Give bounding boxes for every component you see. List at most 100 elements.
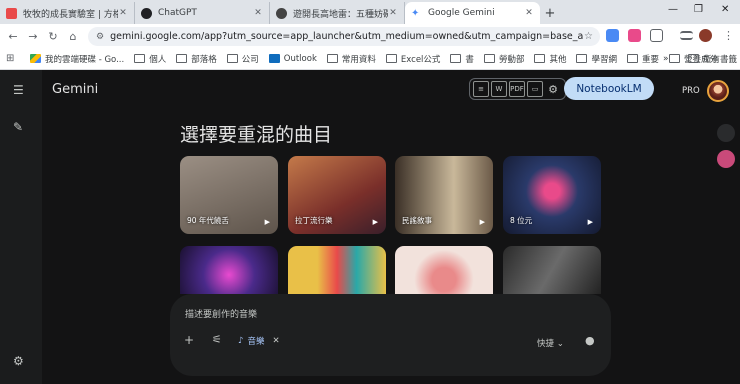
remove-chip-icon[interactable]: ✕ xyxy=(272,336,279,346)
home-icon[interactable]: ⌂ xyxy=(63,30,83,43)
bookmark-folder[interactable]: 公司 xyxy=(226,53,259,65)
slides-export-icon[interactable]: ▭ xyxy=(527,81,543,97)
close-tab-icon[interactable]: ✕ xyxy=(524,8,534,18)
reading-list-icon[interactable] xyxy=(680,31,693,40)
folder-icon xyxy=(669,54,680,63)
close-window-icon[interactable]: ✕ xyxy=(721,4,729,15)
track-card[interactable] xyxy=(503,246,601,294)
track-card-latin-pop[interactable]: 拉丁流行樂 ▶ xyxy=(288,156,386,234)
bookmark-folder[interactable]: 勞動部 xyxy=(483,53,524,65)
site-info-icon[interactable]: ⚙ xyxy=(96,32,104,42)
address-bar[interactable]: ⚙ gemini.google.com/app?utm_source=app_l… xyxy=(88,27,600,46)
gemini-spark-icon: ✦ xyxy=(411,7,420,19)
bookmark-folder[interactable]: 重要 xyxy=(626,53,659,65)
more-bookmarks-icon[interactable]: » xyxy=(663,54,669,64)
track-card[interactable] xyxy=(395,246,493,294)
extension-float-icon[interactable] xyxy=(717,124,735,142)
mode-selector[interactable]: 快捷 ⌄ xyxy=(537,337,564,349)
music-chip[interactable]: ♪ 音樂 ✕ xyxy=(238,335,280,347)
folder-icon xyxy=(688,54,699,63)
word-export-icon[interactable]: W xyxy=(491,81,507,97)
close-tab-icon[interactable]: ✕ xyxy=(388,8,398,18)
tab-favicon-icon xyxy=(6,7,17,19)
browser-menu-icon[interactable]: ⋮ xyxy=(723,29,734,42)
bookmark-folder[interactable]: 部落格 xyxy=(176,53,217,65)
play-icon[interactable]: ▶ xyxy=(265,218,270,226)
bookmark-folder[interactable]: Excel公式 xyxy=(385,53,440,65)
track-card-folk-ballad[interactable]: 民謠敘事 ▶ xyxy=(395,156,493,234)
all-bookmarks-folder[interactable]: 所有書籤 xyxy=(688,53,737,65)
new-chat-icon[interactable]: ✎ xyxy=(13,120,23,134)
tab-favicon-icon xyxy=(276,7,287,19)
account-avatar[interactable] xyxy=(707,80,729,102)
close-tab-icon[interactable]: ✕ xyxy=(118,8,128,18)
reload-icon[interactable]: ↻ xyxy=(43,30,63,43)
bookmark-folder[interactable]: 其他 xyxy=(534,53,566,65)
add-icon[interactable]: + xyxy=(184,333,194,347)
bookmark-folder[interactable]: 常用資料 xyxy=(326,53,376,65)
track-card-8bit[interactable]: 8 位元 ▶ xyxy=(503,156,601,234)
prompt-composer: 描述要創作的音樂 + ⚟ ♪ 音樂 ✕ 快捷 ⌄ ● xyxy=(170,294,611,376)
side-rail: ☰ ✎ ⚙ xyxy=(0,70,42,384)
browser-tab[interactable]: ChatGPT ✕ xyxy=(135,2,270,24)
browser-toolbar: ← → ↻ ⌂ ⚙ gemini.google.com/app?utm_sour… xyxy=(0,24,740,48)
folder-icon xyxy=(226,54,238,63)
tab-favicon-icon xyxy=(141,7,152,19)
extension-icon[interactable] xyxy=(628,29,641,42)
apps-grid-icon[interactable]: ⊞ xyxy=(6,53,22,64)
translate-extension-icon[interactable] xyxy=(606,29,619,42)
export-tools-group: ≡ W PDF ▭ ⚙ xyxy=(469,78,566,100)
bookmark-folder[interactable]: 個人 xyxy=(134,53,166,65)
bookmark-item[interactable]: Outlook xyxy=(268,54,317,64)
browser-tab[interactable]: 牧牧的成長實驗室 | 方格子 vocus✕ xyxy=(0,2,135,24)
microphone-icon[interactable]: ● xyxy=(585,334,595,347)
bookmark-folder[interactable]: 書 xyxy=(450,53,474,65)
music-note-icon: ♪ xyxy=(238,336,244,346)
close-tab-icon[interactable]: ✕ xyxy=(253,8,263,18)
page-title: 選擇要重混的曲目 xyxy=(180,124,333,146)
profile-avatar[interactable] xyxy=(699,29,712,42)
folder-icon xyxy=(326,54,338,63)
settings-gear-icon[interactable]: ⚙ xyxy=(13,354,24,368)
minimize-icon[interactable]: — xyxy=(668,4,678,15)
browser-tab[interactable]: 遊開長高地雷：五種妨礙發育的✕ xyxy=(270,2,405,24)
prompt-input[interactable]: 描述要創作的音樂 xyxy=(185,307,257,320)
bookmarks-bar: ⊞ 我的雲端硬碟 - Go... 個人 部落格 公司 Outlook 常用資料 … xyxy=(0,48,740,70)
browser-tab-active[interactable]: ✦ Google Gemini ✕ xyxy=(405,2,540,24)
track-card[interactable] xyxy=(180,246,278,294)
folder-icon xyxy=(134,54,146,63)
outlook-icon xyxy=(268,54,280,63)
forward-icon[interactable]: → xyxy=(23,30,43,43)
pro-badge: PRO xyxy=(682,86,700,96)
bookmark-star-icon[interactable]: ☆ xyxy=(584,31,600,42)
chevron-down-icon: ⌄ xyxy=(556,339,564,349)
folder-icon xyxy=(626,54,638,63)
notebooklm-button[interactable]: NotebookLM xyxy=(564,77,654,100)
maximize-icon[interactable]: ❐ xyxy=(694,4,703,15)
bookmark-item[interactable]: 我的雲端硬碟 - Go... xyxy=(30,53,124,65)
folder-icon xyxy=(576,54,588,63)
play-icon[interactable]: ▶ xyxy=(588,218,593,226)
tools-gear-icon[interactable]: ⚙ xyxy=(545,81,561,97)
folder-icon xyxy=(450,54,462,63)
new-tab-button[interactable]: + xyxy=(540,2,560,24)
track-card[interactable] xyxy=(288,246,386,294)
pdf-export-icon[interactable]: PDF xyxy=(509,81,525,97)
play-icon[interactable]: ▶ xyxy=(373,218,378,226)
tab-strip: 牧牧的成長實驗室 | 方格子 vocus✕ ChatGPT✕ 遊開長高地雷：五種… xyxy=(0,0,740,24)
assistant-float-icon[interactable] xyxy=(717,150,735,168)
track-card-90s-rap[interactable]: 90 年代饒舌 ▶ xyxy=(180,156,278,234)
menu-icon[interactable]: ☰ xyxy=(13,83,24,97)
folder-icon xyxy=(176,54,188,63)
bookmark-folder[interactable]: 學習網 xyxy=(576,53,617,65)
play-icon[interactable]: ▶ xyxy=(480,218,485,226)
doc-export-icon[interactable]: ≡ xyxy=(473,81,489,97)
extensions-puzzle-icon[interactable] xyxy=(650,29,663,42)
drive-icon xyxy=(30,54,41,63)
back-icon[interactable]: ← xyxy=(3,30,23,43)
tools-sliders-icon[interactable]: ⚟ xyxy=(212,333,222,346)
folder-icon xyxy=(483,54,495,63)
folder-icon xyxy=(534,54,546,63)
gemini-logo[interactable]: Gemini xyxy=(52,82,98,97)
gemini-app: ☰ ✎ ⚙ Gemini ≡ W PDF ▭ ⚙ NotebookLM PRO … xyxy=(0,70,740,384)
